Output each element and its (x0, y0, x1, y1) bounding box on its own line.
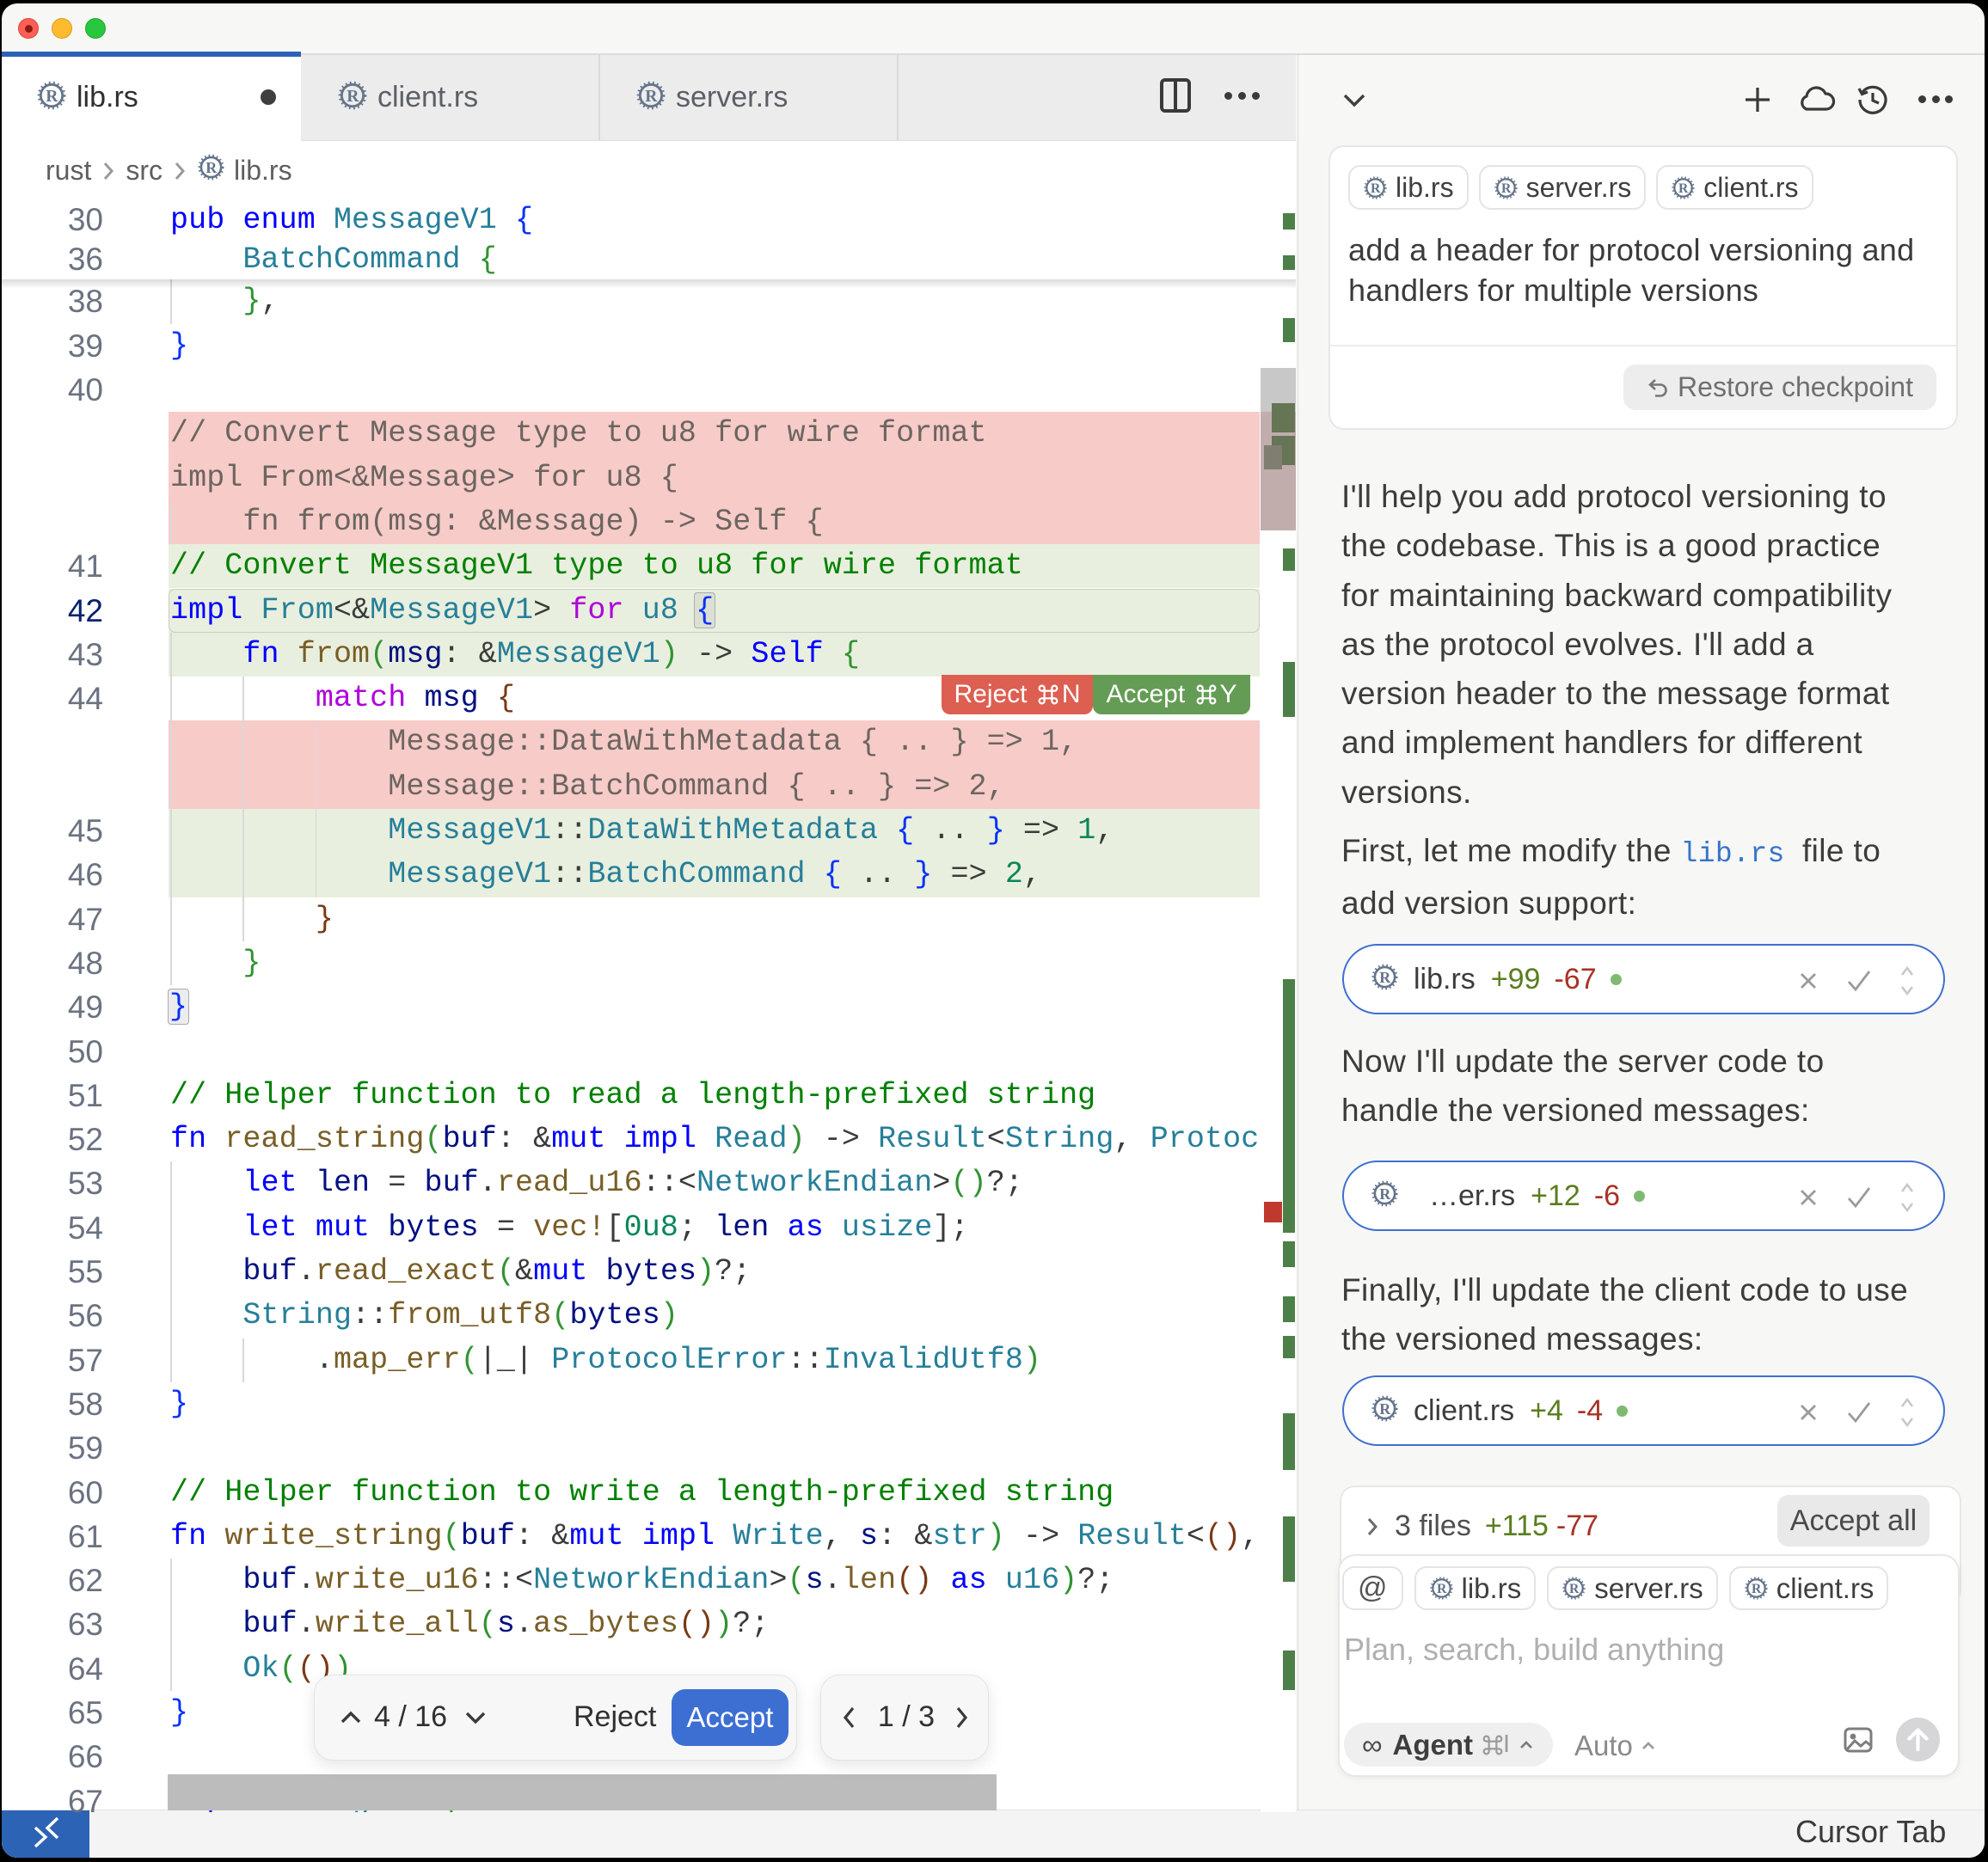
svg-text:R: R (46, 88, 58, 106)
svg-text:R: R (1501, 181, 1512, 196)
svg-text:R: R (1569, 1582, 1580, 1596)
svg-text:R: R (645, 88, 658, 106)
svg-text:R: R (1371, 181, 1381, 196)
svg-text:R: R (1379, 1185, 1391, 1203)
svg-text:R: R (1752, 1582, 1762, 1596)
svg-text:R: R (1437, 1582, 1447, 1596)
svg-text:R: R (1379, 969, 1391, 986)
svg-text:R: R (1379, 1400, 1391, 1418)
svg-text:R: R (1678, 181, 1689, 196)
svg-text:R: R (347, 88, 359, 106)
svg-text:R: R (206, 159, 218, 176)
